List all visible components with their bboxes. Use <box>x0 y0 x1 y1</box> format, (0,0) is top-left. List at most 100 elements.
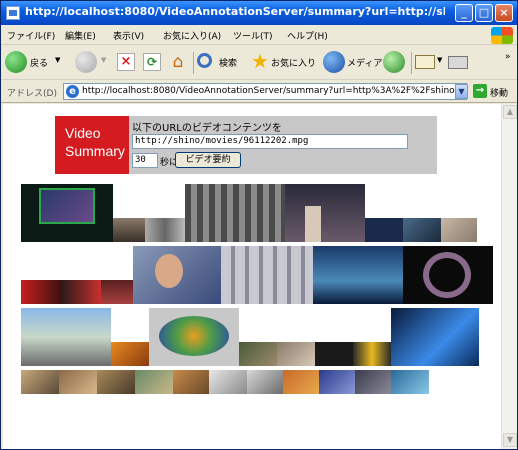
address-input[interactable]: e http://localhost:8080/VideoAnnotationS… <box>63 83 467 100</box>
summary-form: Video Summary 以下のURLのビデオコンテンツを http://sh… <box>55 116 437 174</box>
go-arrow-icon[interactable]: → <box>473 84 487 98</box>
maximize-button[interactable]: □ <box>475 4 493 22</box>
search-icon <box>197 53 212 68</box>
video-frame-thumbnail[interactable] <box>149 308 239 366</box>
video-frame-thumbnail[interactable] <box>113 218 145 242</box>
print-button[interactable] <box>447 51 471 75</box>
refresh-icon: ⟳ <box>143 53 161 71</box>
video-frame-thumbnail[interactable] <box>97 370 135 394</box>
video-frame-thumbnail[interactable] <box>277 342 315 366</box>
video-frame-thumbnail[interactable] <box>365 218 403 242</box>
browser-window: http://localhost:8080/VideoAnnotationSer… <box>0 0 518 450</box>
menu-tools[interactable]: ツール(T) <box>233 29 273 43</box>
media-button[interactable]: メディア <box>323 51 383 75</box>
video-frame-thumbnail[interactable] <box>221 246 313 304</box>
video-frame-thumbnail[interactable] <box>285 184 365 242</box>
video-frame-thumbnail[interactable] <box>355 370 391 394</box>
back-arrow-icon <box>5 51 27 73</box>
video-frame-thumbnail[interactable] <box>209 370 247 394</box>
video-frame-thumbnail[interactable] <box>185 184 285 242</box>
video-frame-thumbnail[interactable] <box>173 370 209 394</box>
media-icon <box>323 51 345 73</box>
history-icon <box>383 51 405 73</box>
stop-button[interactable]: × <box>115 51 137 75</box>
video-frame-thumbnail[interactable] <box>315 342 353 366</box>
video-frame-thumbnail[interactable] <box>353 342 391 366</box>
go-button[interactable]: 移動 <box>490 86 508 99</box>
url-instruction-label: 以下のURLのビデオコンテンツを <box>132 123 282 134</box>
star-icon: ★ <box>251 49 269 73</box>
video-frame-thumbnail[interactable] <box>59 370 97 394</box>
mail-icon <box>415 55 435 69</box>
back-dropdown-icon[interactable]: ▼ <box>55 56 60 64</box>
menu-bar: ファイル(F) 編集(E) 表示(V) お気に入り(A) ツール(T) ヘルプ(… <box>1 25 517 45</box>
forward-button[interactable]: ▼ <box>75 51 111 75</box>
media-label: メディア <box>347 59 383 69</box>
video-frame-thumbnail[interactable] <box>247 370 283 394</box>
video-frame-thumbnail[interactable] <box>441 218 477 242</box>
close-button[interactable]: × <box>495 4 513 22</box>
home-button[interactable]: ⌂ <box>167 51 189 75</box>
menu-edit[interactable]: 編集(E) <box>65 29 96 43</box>
title-bar[interactable]: http://localhost:8080/VideoAnnotationSer… <box>1 1 517 25</box>
video-frame-thumbnail[interactable] <box>111 342 149 366</box>
scroll-up-icon[interactable]: ▲ <box>503 105 517 119</box>
video-frame-thumbnail[interactable] <box>283 370 319 394</box>
search-label: 検索 <box>219 59 238 69</box>
address-dropdown-icon[interactable]: ▼ <box>455 84 468 99</box>
video-frame-thumbnail[interactable] <box>101 280 133 304</box>
forward-arrow-icon <box>75 51 97 73</box>
address-bar: アドレス(D) e http://localhost:8080/VideoAnn… <box>1 81 517 103</box>
ie-page-icon: e <box>66 85 79 98</box>
mail-button[interactable]: ▼ <box>415 51 445 75</box>
logo-text-line2: Summary <box>65 143 125 159</box>
vertical-scrollbar[interactable]: ▲ ▼ <box>501 104 517 449</box>
video-summary-logo: Video Summary <box>55 116 129 174</box>
video-frame-thumbnail[interactable] <box>403 246 493 304</box>
video-frame-thumbnail[interactable] <box>145 218 185 242</box>
address-value: http://localhost:8080/VideoAnnotationSer… <box>82 86 467 96</box>
video-frame-thumbnail[interactable] <box>313 246 403 304</box>
history-button[interactable] <box>383 51 407 75</box>
scroll-down-icon[interactable]: ▼ <box>503 433 517 447</box>
menu-favorites[interactable]: お気に入り(A) <box>163 29 221 43</box>
video-frame-thumbnail[interactable] <box>21 308 111 366</box>
video-frame-thumbnail[interactable] <box>319 370 355 394</box>
search-button[interactable]: 検索 <box>197 51 247 75</box>
favorites-label: お気に入り <box>271 59 317 69</box>
minimize-button[interactable]: _ <box>455 4 473 22</box>
video-frame-thumbnail[interactable] <box>21 280 61 304</box>
summarize-button[interactable]: ビデオ要約 <box>175 152 241 168</box>
print-icon <box>448 56 468 69</box>
back-button[interactable]: 戻る ▼ <box>5 51 67 75</box>
toolbar-separator <box>193 52 194 74</box>
video-url-input[interactable]: http://shino/movies/96112202.mpg <box>132 134 408 149</box>
video-frame-thumbnail[interactable] <box>21 184 113 242</box>
video-frame-thumbnail[interactable] <box>61 280 101 304</box>
summary-seconds-input[interactable]: 30 <box>132 153 158 168</box>
back-label: 戻る <box>30 59 49 69</box>
page-content: Video Summary 以下のURLのビデオコンテンツを http://sh… <box>3 104 501 449</box>
forward-dropdown-icon[interactable]: ▼ <box>101 56 106 64</box>
video-frame-thumbnail[interactable] <box>135 370 173 394</box>
toolbar-overflow-icon[interactable]: » <box>505 52 511 62</box>
menu-view[interactable]: 表示(V) <box>113 29 144 43</box>
video-frame-thumbnail[interactable] <box>133 246 221 304</box>
video-frame-thumbnail[interactable] <box>21 370 59 394</box>
video-frame-thumbnail[interactable] <box>239 342 277 366</box>
page-icon <box>6 6 20 20</box>
window-title: http://localhost:8080/VideoAnnotationSer… <box>25 5 445 18</box>
logo-text-line1: Video <box>65 125 101 141</box>
refresh-button[interactable]: ⟳ <box>141 51 163 75</box>
video-frame-thumbnail[interactable] <box>391 308 479 366</box>
address-label: アドレス(D) <box>7 89 57 99</box>
mail-dropdown-icon[interactable]: ▼ <box>437 56 442 64</box>
windows-logo-icon <box>491 27 513 44</box>
menu-help[interactable]: ヘルプ(H) <box>287 29 328 43</box>
menu-file[interactable]: ファイル(F) <box>7 29 55 43</box>
toolbar: 戻る ▼ ▼ × ⟳ ⌂ 検索 ★ お気に入り メディア ▼ » <box>1 46 517 80</box>
home-icon: ⌂ <box>172 52 184 72</box>
video-frame-thumbnail[interactable] <box>403 218 441 242</box>
video-frame-thumbnail[interactable] <box>391 370 429 394</box>
favorites-button[interactable]: ★ お気に入り <box>249 49 319 75</box>
